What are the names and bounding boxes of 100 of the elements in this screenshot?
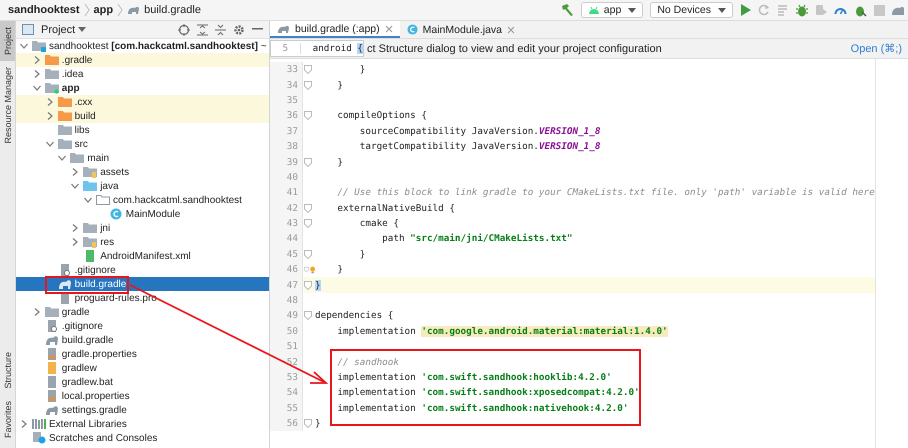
line-number: 46 xyxy=(270,262,302,278)
tree-item[interactable]: settings.gradle xyxy=(16,403,269,417)
tree-item[interactable]: gradle.properties xyxy=(16,347,269,361)
editor-tab[interactable]: build.gradle (:app) xyxy=(270,21,400,38)
tree-item[interactable]: java xyxy=(16,179,269,193)
tree-item[interactable]: libs xyxy=(16,123,269,137)
line-number: 37 xyxy=(270,124,302,139)
fold-marker-icon[interactable] xyxy=(304,204,312,213)
fold-marker-icon[interactable] xyxy=(304,158,312,167)
tree-item[interactable]: main xyxy=(16,151,269,165)
rerun-icon[interactable] xyxy=(758,4,770,16)
code-line: } xyxy=(336,264,343,276)
folder-icon xyxy=(83,222,98,234)
tree-item[interactable]: build.gradle xyxy=(16,277,269,291)
tool-window-tab[interactable]: Project xyxy=(0,21,15,62)
fold-marker-icon[interactable] xyxy=(304,265,309,274)
editor-tab[interactable]: MainModule.java xyxy=(400,21,522,38)
code-line: path "src/main/jni/CMakeLists.txt" xyxy=(381,233,572,244)
lightbulb-icon[interactable] xyxy=(310,264,315,276)
caret-icon xyxy=(628,8,636,12)
fold-marker-icon[interactable] xyxy=(304,311,312,320)
tool-window-tab[interactable]: Favorites xyxy=(0,394,15,444)
fold-marker-icon[interactable] xyxy=(304,419,312,428)
close-icon[interactable] xyxy=(384,24,393,32)
tree-item[interactable]: Scratches and Consoles xyxy=(16,431,269,445)
chevron-right-icon xyxy=(20,420,28,428)
tree-item[interactable]: MainModule xyxy=(16,207,269,221)
hammer-icon[interactable] xyxy=(560,3,574,17)
chevron-right-icon xyxy=(32,308,41,316)
folder-icon xyxy=(44,54,59,66)
minimize-icon[interactable] xyxy=(252,28,263,31)
tool-window-tab[interactable]: Resource Manager xyxy=(0,61,15,150)
code-line: compileOptions { xyxy=(336,110,427,122)
device-manager-icon[interactable] xyxy=(892,4,904,16)
package-icon xyxy=(96,194,110,206)
breadcrumb[interactable]: sandhooktest xyxy=(8,4,80,16)
expand-all-icon[interactable] xyxy=(197,24,208,36)
tree-item[interactable]: .cxx xyxy=(16,95,269,109)
view-dropdown[interactable]: Project xyxy=(41,24,86,36)
tree-item[interactable]: res xyxy=(16,235,269,249)
list-icon[interactable] xyxy=(777,4,789,16)
line-number: 35 xyxy=(270,92,302,108)
stop-icon[interactable] xyxy=(874,4,885,16)
fold-marker-icon[interactable] xyxy=(304,250,312,259)
code-line: dependencies { xyxy=(315,310,394,322)
tree-item[interactable]: proguard-rules.pro xyxy=(16,291,269,305)
tree-item[interactable]: assets xyxy=(16,165,269,179)
line-number: 50 xyxy=(270,324,302,340)
tool-window-tab[interactable]: Structure xyxy=(0,346,15,395)
tree-item[interactable]: .gitignore xyxy=(16,263,269,277)
attach-icon[interactable] xyxy=(815,4,827,16)
settings-icon[interactable] xyxy=(233,24,245,36)
breadcrumb[interactable]: app xyxy=(94,4,114,16)
line-number: 47 xyxy=(270,277,302,293)
line-number: 34 xyxy=(270,77,302,93)
banner-text: ct Structure dialog to view and edit your project configuration xyxy=(367,42,663,54)
android-icon xyxy=(588,6,600,14)
line-number: 49 xyxy=(270,308,302,324)
code-line: implementation 'com.swift.sandhook:xposedcompat:4.2.0' xyxy=(336,387,640,398)
libraries-icon xyxy=(32,418,46,430)
tree-item[interactable]: .idea xyxy=(16,67,269,81)
tree-item[interactable]: src xyxy=(16,137,269,151)
fold-marker-icon[interactable] xyxy=(304,111,312,120)
tree-item[interactable]: gradlew xyxy=(16,361,269,375)
tree-item[interactable]: gradlew.bat xyxy=(16,375,269,389)
fold-marker-icon[interactable] xyxy=(304,280,312,290)
line-number: 51 xyxy=(270,339,302,354)
folder-icon xyxy=(58,138,72,150)
tree-item[interactable]: build.gradle xyxy=(16,333,269,347)
run-icon[interactable] xyxy=(740,4,751,16)
line-number: 55 xyxy=(270,400,302,416)
tree-item[interactable]: com.hackcatml.sandhooktest xyxy=(16,193,269,207)
line-number: 44 xyxy=(270,231,302,247)
locate-icon[interactable] xyxy=(178,24,190,36)
gradle-file-icon xyxy=(44,404,59,416)
code-line: // sandhook xyxy=(336,356,399,368)
chevron-down-icon xyxy=(20,42,28,50)
fold-marker-icon[interactable] xyxy=(304,65,312,74)
run-configuration-dropdown[interactable]: app xyxy=(580,2,644,18)
close-icon[interactable] xyxy=(507,26,516,34)
tree-item[interactable]: External Libraries xyxy=(16,417,269,431)
code-line: } xyxy=(358,248,366,260)
gauge-icon[interactable] xyxy=(834,5,847,15)
tree-item[interactable]: sandhooktest [com.hackcatml.sandhooktest] ~ xyxy=(16,39,269,53)
device-dropdown[interactable]: No Devices xyxy=(650,2,733,18)
caret-icon xyxy=(78,27,86,32)
collapse-all-icon[interactable] xyxy=(215,24,226,36)
tree-item[interactable]: local.properties xyxy=(16,389,269,403)
tree-item[interactable]: app xyxy=(16,81,269,95)
tree-item[interactable]: build xyxy=(16,109,269,123)
code-line: } xyxy=(336,80,343,91)
fold-marker-icon[interactable] xyxy=(304,219,312,228)
tree-item[interactable]: AndroidManifest.xml xyxy=(16,249,269,263)
tree-item[interactable]: jni xyxy=(16,221,269,235)
open-link[interactable]: Open (⌘;) xyxy=(850,42,902,55)
tree-item[interactable]: gradle xyxy=(16,305,269,319)
breadcrumb[interactable]: build.gradle xyxy=(144,4,201,16)
fold-marker-icon[interactable] xyxy=(304,80,312,90)
tree-item[interactable]: .gitignore xyxy=(16,319,269,333)
tree-item[interactable]: .gradle xyxy=(16,53,269,67)
